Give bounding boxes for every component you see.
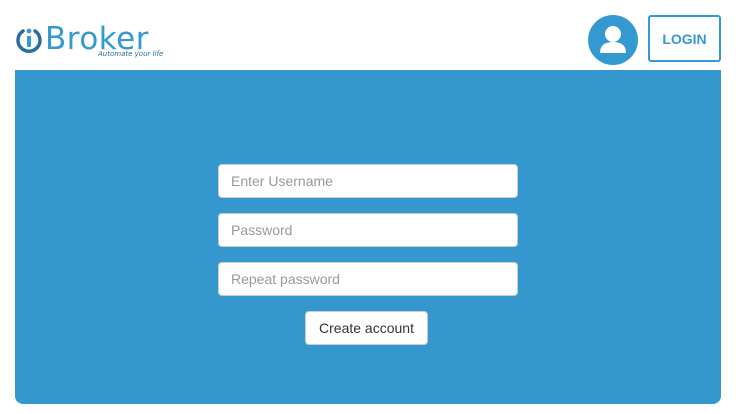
ibroker-power-icon xyxy=(16,28,42,53)
user-avatar[interactable] xyxy=(588,15,638,65)
username-input[interactable] xyxy=(218,164,518,198)
create-account-button[interactable]: Create account xyxy=(305,311,428,345)
login-button[interactable]: LOGIN xyxy=(648,15,721,62)
signup-panel: Create account xyxy=(15,70,721,404)
user-icon xyxy=(600,26,626,53)
logo[interactable]: Broker Automate your life xyxy=(14,22,174,62)
password-input[interactable] xyxy=(218,213,518,247)
header: Broker Automate your life LOGIN xyxy=(0,0,736,70)
repeat-password-input[interactable] xyxy=(218,262,518,296)
logo-tagline: Automate your life xyxy=(98,50,164,58)
